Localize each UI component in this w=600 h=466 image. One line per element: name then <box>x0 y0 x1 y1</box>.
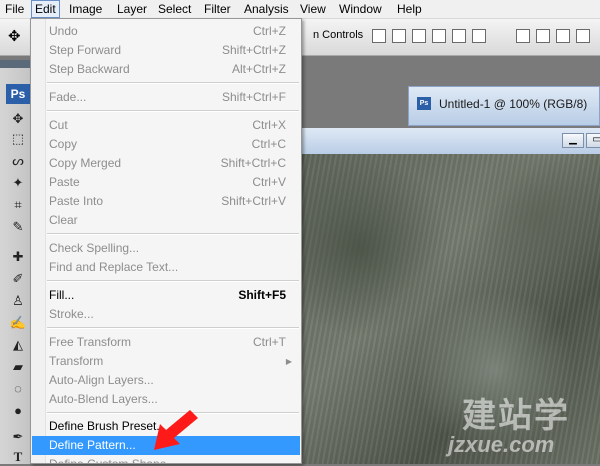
red-arrow-icon <box>154 410 198 450</box>
pen-tool-icon[interactable]: ✒ <box>8 428 28 446</box>
menu-help[interactable]: Help <box>394 1 425 17</box>
menu-item-fade[interactable]: Fade... Shift+Ctrl+F <box>32 88 300 107</box>
menu-separator <box>47 280 299 282</box>
type-tool-icon[interactable]: T <box>8 448 28 466</box>
menu-item-paste[interactable]: Paste Ctrl+V <box>32 173 300 192</box>
distribute-buttons <box>516 29 596 45</box>
dodge-tool-icon[interactable]: ◌ <box>8 380 28 398</box>
healing-brush-icon[interactable]: ✚ <box>8 248 28 266</box>
burn-tool-icon[interactable]: ● <box>8 402 28 420</box>
menu-item-fill[interactable]: Fill... Shift+F5 <box>32 286 300 305</box>
menu-item-check-spelling[interactable]: Check Spelling... <box>32 239 300 258</box>
maximize-icon[interactable]: ▭ <box>586 133 600 148</box>
align-bottom-icon[interactable] <box>412 29 426 43</box>
gradient-tool-icon[interactable]: ▰ <box>8 358 28 376</box>
distribute-bottom-icon[interactable] <box>556 29 570 43</box>
menu-file[interactable]: File <box>2 1 27 17</box>
align-hcenter-icon[interactable] <box>452 29 466 43</box>
distribute-left-icon[interactable] <box>576 29 590 43</box>
document-window-untitled[interactable]: Ps Untitled-1 @ 100% (RGB/8) <box>408 86 600 126</box>
menu-item-auto-blend[interactable]: Auto-Blend Layers... <box>32 390 300 409</box>
photoshop-logo: Ps <box>6 84 30 104</box>
menu-item-cut[interactable]: Cut Ctrl+X <box>32 116 300 135</box>
move-tool-icon[interactable]: ✥ <box>8 27 21 45</box>
menu-item-stroke[interactable]: Stroke... <box>32 305 300 324</box>
history-brush-icon[interactable]: ✍ <box>8 314 28 332</box>
menu-item-define-custom-shape[interactable]: Define Custom Shape... <box>32 455 300 463</box>
menu-item-step-forward[interactable]: Step Forward Shift+Ctrl+Z <box>32 41 300 60</box>
menu-item-free-transform[interactable]: Free Transform Ctrl+T <box>32 333 300 352</box>
edit-menu: Undo Ctrl+Z Step Forward Shift+Ctrl+Z Step… <box>30 18 302 464</box>
clone-stamp-icon[interactable]: ♙ <box>8 292 28 310</box>
menu-item-paste-into[interactable]: Paste Into Shift+Ctrl+V <box>32 192 300 211</box>
site-watermark: 建站学 jzxue.com <box>448 388 570 457</box>
document-titlebar[interactable]: ▁ ▭ <box>290 128 600 154</box>
align-left-icon[interactable] <box>432 29 446 43</box>
menu-separator <box>47 327 299 329</box>
distribute-top-icon[interactable] <box>516 29 530 43</box>
menu-item-clear[interactable]: Clear <box>32 211 300 230</box>
align-right-icon[interactable] <box>472 29 486 43</box>
distribute-vcenter-icon[interactable] <box>536 29 550 43</box>
align-buttons <box>372 29 492 45</box>
menu-window[interactable]: Window <box>336 1 385 17</box>
document-title: Untitled-1 @ 100% (RGB/8) <box>439 97 588 111</box>
eraser-tool-icon[interactable]: ◭ <box>8 336 28 354</box>
menu-item-step-backward[interactable]: Step Backward Alt+Ctrl+Z <box>32 60 300 79</box>
submenu-arrow-icon: ▶ <box>285 357 292 366</box>
menu-item-undo[interactable]: Undo Ctrl+Z <box>32 22 300 41</box>
ps-document-icon: Ps <box>417 97 431 110</box>
menu-select[interactable]: Select <box>155 1 194 17</box>
menu-item-copy[interactable]: Copy Ctrl+C <box>32 135 300 154</box>
lasso-tool-icon[interactable]: ᔕ <box>8 152 28 170</box>
menu-bar: File Edit Image Layer Select Filter Anal… <box>0 0 600 19</box>
marquee-tool-icon[interactable]: ⬚ <box>8 130 28 148</box>
menu-item-copy-merged[interactable]: Copy Merged Shift+Ctrl+C <box>32 154 300 173</box>
menu-item-find-replace[interactable]: Find and Replace Text... <box>32 258 300 277</box>
menu-separator <box>47 82 299 84</box>
align-vcenter-icon[interactable] <box>392 29 406 43</box>
menu-separator <box>47 110 299 112</box>
menu-separator <box>47 233 299 235</box>
menu-item-transform[interactable]: Transform ▶ <box>32 352 300 371</box>
menu-edit[interactable]: Edit <box>31 0 60 18</box>
brush-tool-icon[interactable]: ✐ <box>8 270 28 288</box>
menu-item-auto-align[interactable]: Auto-Align Layers... <box>32 371 300 390</box>
show-transform-controls-label[interactable]: n Controls <box>313 29 363 41</box>
magic-wand-icon[interactable]: ✦ <box>8 174 28 192</box>
menu-layer[interactable]: Layer <box>114 1 150 17</box>
align-top-icon[interactable] <box>372 29 386 43</box>
panel-grip[interactable] <box>0 60 33 68</box>
watermark-url: jzxue.com <box>448 432 555 457</box>
menu-filter[interactable]: Filter <box>201 1 234 17</box>
crop-tool-icon[interactable]: ⌗ <box>8 196 28 214</box>
watermark-text: 建站学 <box>462 397 570 435</box>
move-tool-icon[interactable]: ✥ <box>8 110 28 128</box>
menu-view[interactable]: View <box>297 1 329 17</box>
menu-analysis[interactable]: Analysis <box>241 1 292 17</box>
eyedropper-icon[interactable]: ✎ <box>8 218 28 236</box>
menu-image[interactable]: Image <box>66 1 105 17</box>
minimize-icon[interactable]: ▁ <box>562 133 584 148</box>
